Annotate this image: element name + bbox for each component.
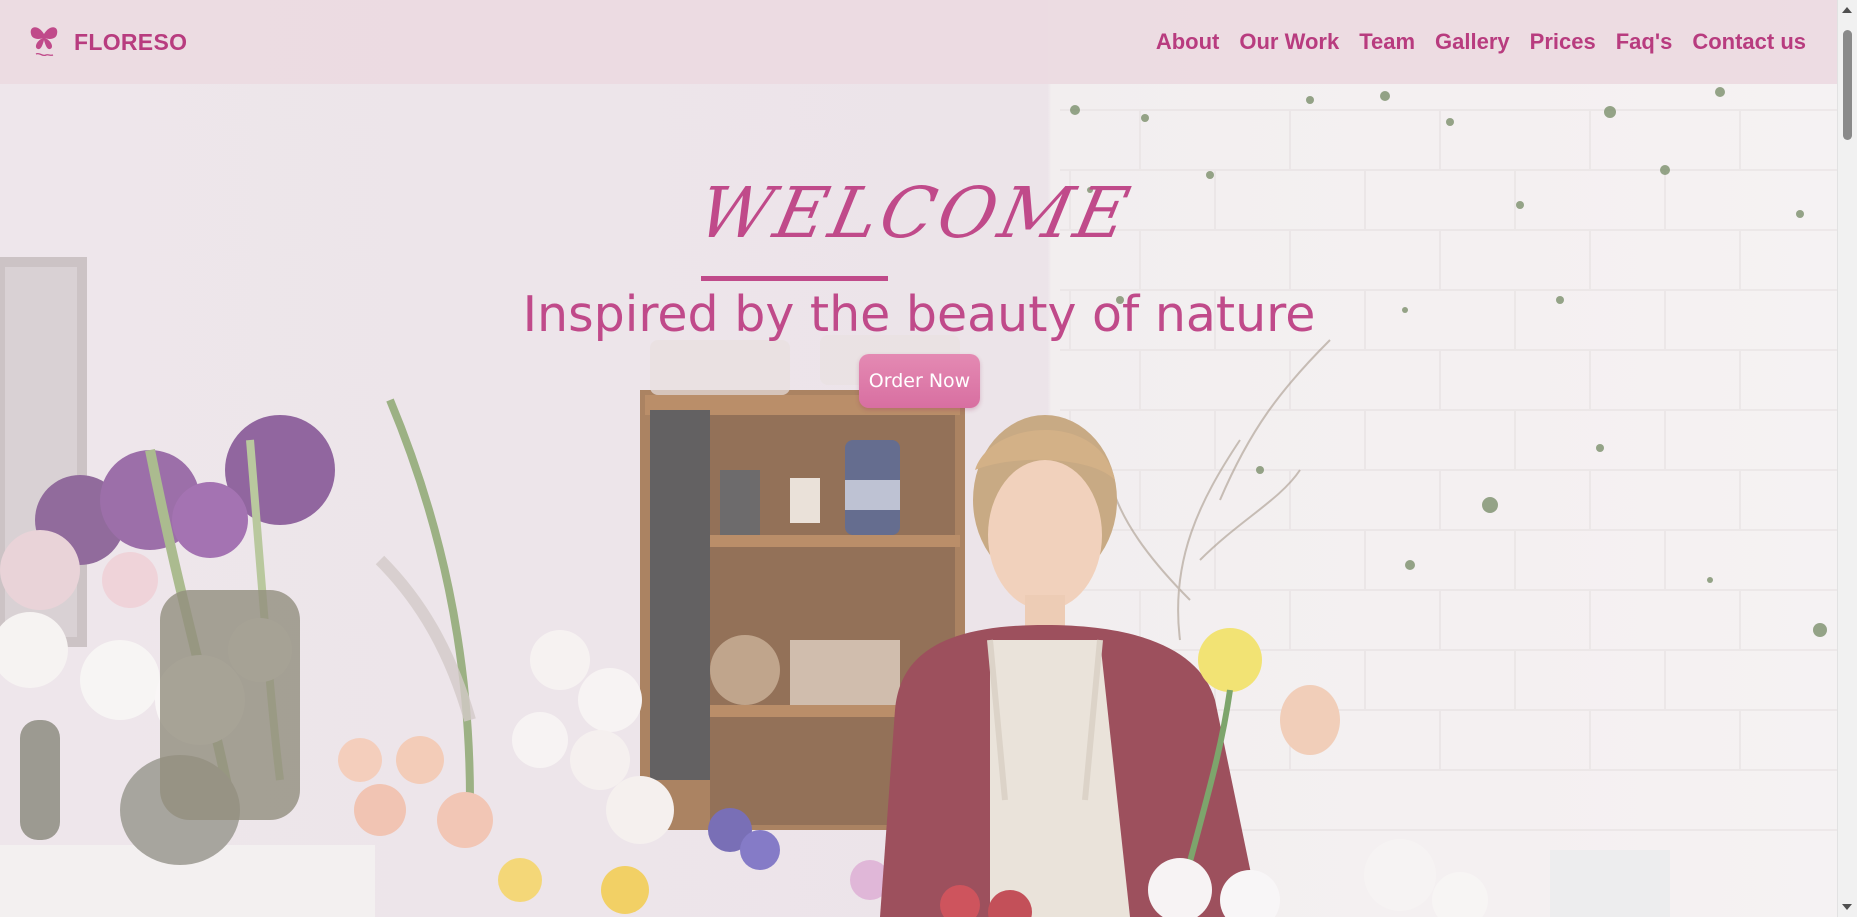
hero-welcome-heading: WELCOME bbox=[691, 172, 1140, 254]
nav-link-about[interactable]: About bbox=[1156, 29, 1220, 55]
scroll-down-arrow-icon[interactable] bbox=[1842, 904, 1852, 910]
nav-link-prices[interactable]: Prices bbox=[1530, 29, 1596, 55]
brand[interactable]: FLORESO bbox=[28, 24, 187, 60]
hero-tagline: Inspired by the beauty of nature bbox=[0, 286, 1838, 343]
hero-tagline-text: Inspired by the beauty of nature bbox=[522, 286, 1316, 343]
nav-link-gallery[interactable]: Gallery bbox=[1435, 29, 1510, 55]
nav-link-faqs[interactable]: Faq's bbox=[1616, 29, 1673, 55]
scroll-up-arrow-icon[interactable] bbox=[1842, 7, 1852, 13]
nav-link-team[interactable]: Team bbox=[1359, 29, 1415, 55]
top-navbar: FLORESO About Our Work Team Gallery Pric… bbox=[0, 0, 1838, 84]
butterfly-logo-icon bbox=[30, 27, 58, 57]
welcome-underline bbox=[701, 276, 888, 281]
order-now-button[interactable]: Order Now bbox=[859, 354, 980, 408]
brand-name: FLORESO bbox=[74, 28, 188, 55]
scroll-thumb[interactable] bbox=[1843, 30, 1852, 140]
nav-links: About Our Work Team Gallery Prices Faq's… bbox=[1156, 29, 1806, 55]
page-scrollbar[interactable] bbox=[1837, 0, 1857, 917]
hero-background bbox=[0, 0, 1838, 917]
nav-link-our-work[interactable]: Our Work bbox=[1239, 29, 1339, 55]
nav-link-contact-us[interactable]: Contact us bbox=[1692, 29, 1806, 55]
florist-shop-scene bbox=[0, 0, 1838, 917]
